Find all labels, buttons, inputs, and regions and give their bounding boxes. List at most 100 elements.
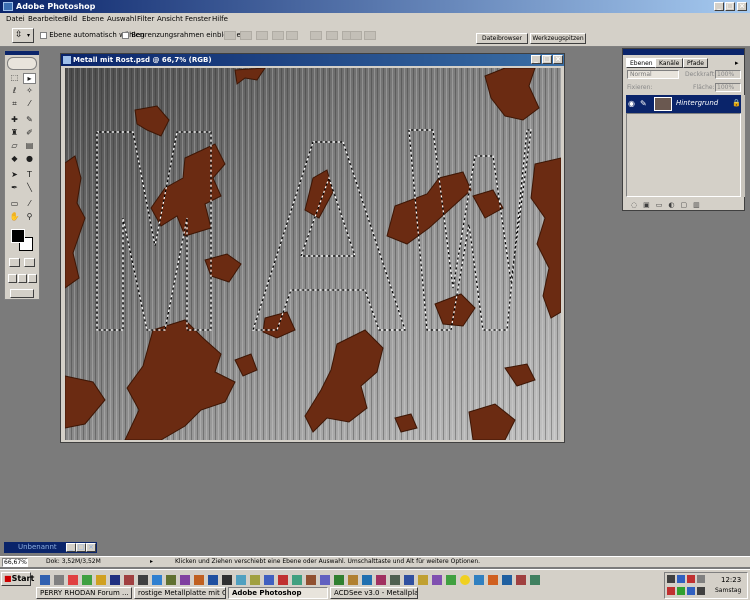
eye-visibility-icon[interactable]: ◉ [628,99,635,108]
image-canvas[interactable] [65,68,561,440]
quicklaunch-app7-icon[interactable] [124,575,134,585]
quicklaunch-app22-icon[interactable] [334,575,344,585]
type-tool-icon[interactable]: T [23,170,36,181]
document-title-bar[interactable]: Metall mit Rost.psd @ 66,7% (RGB) _ □ × [61,54,564,66]
screen-mode-standard-icon[interactable] [8,274,17,283]
zoom-field[interactable]: 66,67% [2,558,28,567]
tray-network-icon[interactable] [677,575,685,583]
quicklaunch-app3-icon[interactable] [68,575,78,585]
menu-datei[interactable]: Datei [6,15,25,23]
new-layer-icon[interactable]: ▢ [680,201,693,209]
quicklaunch-app32-icon[interactable] [474,575,484,585]
notes-tool-icon[interactable]: ▭ [8,199,21,210]
menu-filter[interactable]: Filter [137,15,154,23]
blend-mode-select[interactable]: Normal [627,70,679,79]
hand-tool-icon[interactable]: ✋ [8,212,21,223]
quicklaunch-app36-icon[interactable] [530,575,540,585]
screen-mode-menubar-icon[interactable] [18,274,27,283]
blur-tool-icon[interactable]: ◆ [8,154,21,165]
quicklaunch-app17-icon[interactable] [264,575,274,585]
menu-bearbeiten[interactable]: Bearbeiten [28,15,66,23]
menu-auswahl[interactable]: Auswahl [107,15,136,23]
quicklaunch-app23-icon[interactable] [348,575,358,585]
tab-ebenen[interactable]: Ebenen [626,58,657,68]
toolbox-header[interactable] [5,51,39,55]
quicklaunch-app11-icon[interactable] [180,575,190,585]
tray-app8-icon[interactable] [697,587,705,595]
magic-wand-tool-icon[interactable]: ✧ [23,86,36,97]
layers-palette-header[interactable] [623,49,744,55]
gradient-tool-icon[interactable]: ▤ [23,141,36,152]
path-selection-tool-icon[interactable]: ➤ [8,170,21,181]
tray-app5-icon[interactable] [667,587,675,595]
history-brush-tool-icon[interactable]: ✐ [23,128,36,139]
quicklaunch-app16-icon[interactable] [250,575,260,585]
quicklaunch-app14-icon[interactable] [222,575,232,585]
minimize-button[interactable]: _ [714,2,724,11]
quicklaunch-app8-icon[interactable] [138,575,148,585]
collapsed-palette-minimize[interactable]: _ [66,543,76,552]
quicklaunch-app19-icon[interactable] [292,575,302,585]
fill-input[interactable]: 100% [715,83,741,92]
healing-brush-tool-icon[interactable]: ✚ [8,115,21,126]
trash-icon[interactable]: ▥ [693,201,706,209]
standard-mode-icon[interactable] [9,258,20,267]
tab-pfade[interactable]: Pfade [683,58,708,68]
tray-speaker-icon[interactable] [697,575,705,583]
document-minimize-button[interactable]: _ [531,55,541,64]
pen-tool-icon[interactable]: ✒ [8,183,21,194]
lasso-tool-icon[interactable]: ℓ [8,86,21,97]
quickmask-mode-icon[interactable] [24,258,35,267]
screen-mode-full-icon[interactable] [28,274,37,283]
opacity-input[interactable]: 100% [715,70,741,79]
quicklaunch-desktop-icon[interactable] [40,575,50,585]
quicklaunch-app20-icon[interactable] [306,575,316,585]
crop-tool-icon[interactable]: ⌗ [8,99,21,110]
quicklaunch-app18-icon[interactable] [278,575,288,585]
quicklaunch-app28-icon[interactable] [418,575,428,585]
close-button[interactable]: × [737,2,747,11]
layer-row-hintergrund[interactable]: ◉ ✎ Hintergrund 🔒 [626,95,741,113]
eraser-tool-icon[interactable]: ▱ [8,141,21,152]
task-rostige-metallplatte[interactable]: rostige Metallplatte mit Gr... [134,587,226,599]
collapsed-palette-maximize[interactable]: □ [76,543,86,552]
tab-dateibrowser[interactable]: Dateibrowser [476,33,528,44]
layers-scrollbar[interactable] [741,95,745,197]
task-acdsee[interactable]: ACDSee v3.0 - Metallplatt... [330,587,418,599]
quicklaunch-app10-icon[interactable] [166,575,176,585]
quicklaunch-explorer-icon[interactable] [54,575,64,585]
collapsed-palette-close[interactable]: × [86,543,96,552]
quicklaunch-app35-icon[interactable] [516,575,526,585]
document-close-button[interactable]: × [553,55,563,64]
eyedropper-tool-icon[interactable]: ⁄ [23,199,36,210]
foreground-color-swatch-front[interactable] [11,229,25,243]
move-tool-icon[interactable]: ▸ [23,73,36,84]
dodge-tool-icon[interactable]: ● [23,154,36,165]
new-set-icon[interactable]: ▭ [656,201,669,209]
menu-ebene[interactable]: Ebene [82,15,104,23]
quicklaunch-app4-icon[interactable] [82,575,92,585]
quicklaunch-app21-icon[interactable] [320,575,330,585]
tray-app7-icon[interactable] [687,587,695,595]
document-maximize-button[interactable]: □ [542,55,552,64]
auto-select-checkbox[interactable] [40,31,47,39]
menu-bild[interactable]: Bild [64,15,77,23]
task-adobe-photoshop[interactable]: Adobe Photoshop [228,587,328,599]
quicklaunch-app26-icon[interactable] [390,575,400,585]
quicklaunch-app9-icon[interactable] [152,575,162,585]
slice-tool-icon[interactable]: ⁄ [23,99,36,110]
quicklaunch-app24-icon[interactable] [362,575,372,585]
tab-kanaele[interactable]: Kanäle [655,58,684,68]
shape-tool-icon[interactable]: ╲ [23,183,36,194]
collapsed-palette[interactable]: Unbenannt _ □ × [4,542,97,553]
menu-ansicht[interactable]: Ansicht [157,15,183,23]
bounding-box-checkbox[interactable] [122,31,129,39]
quicklaunch-app30-icon[interactable] [446,575,456,585]
palette-menu-icon[interactable]: ▸ [735,59,739,67]
layer-style-icon[interactable]: ◌ [631,201,643,209]
marquee-tool-icon[interactable]: ⬚ [8,73,21,84]
quicklaunch-app29-icon[interactable] [432,575,442,585]
tool-preset-picker[interactable]: ⇳ ▾ [12,28,34,43]
brush-tool-icon[interactable]: ✎ [23,115,36,126]
arrow-right-icon[interactable]: ▸ [150,558,153,565]
